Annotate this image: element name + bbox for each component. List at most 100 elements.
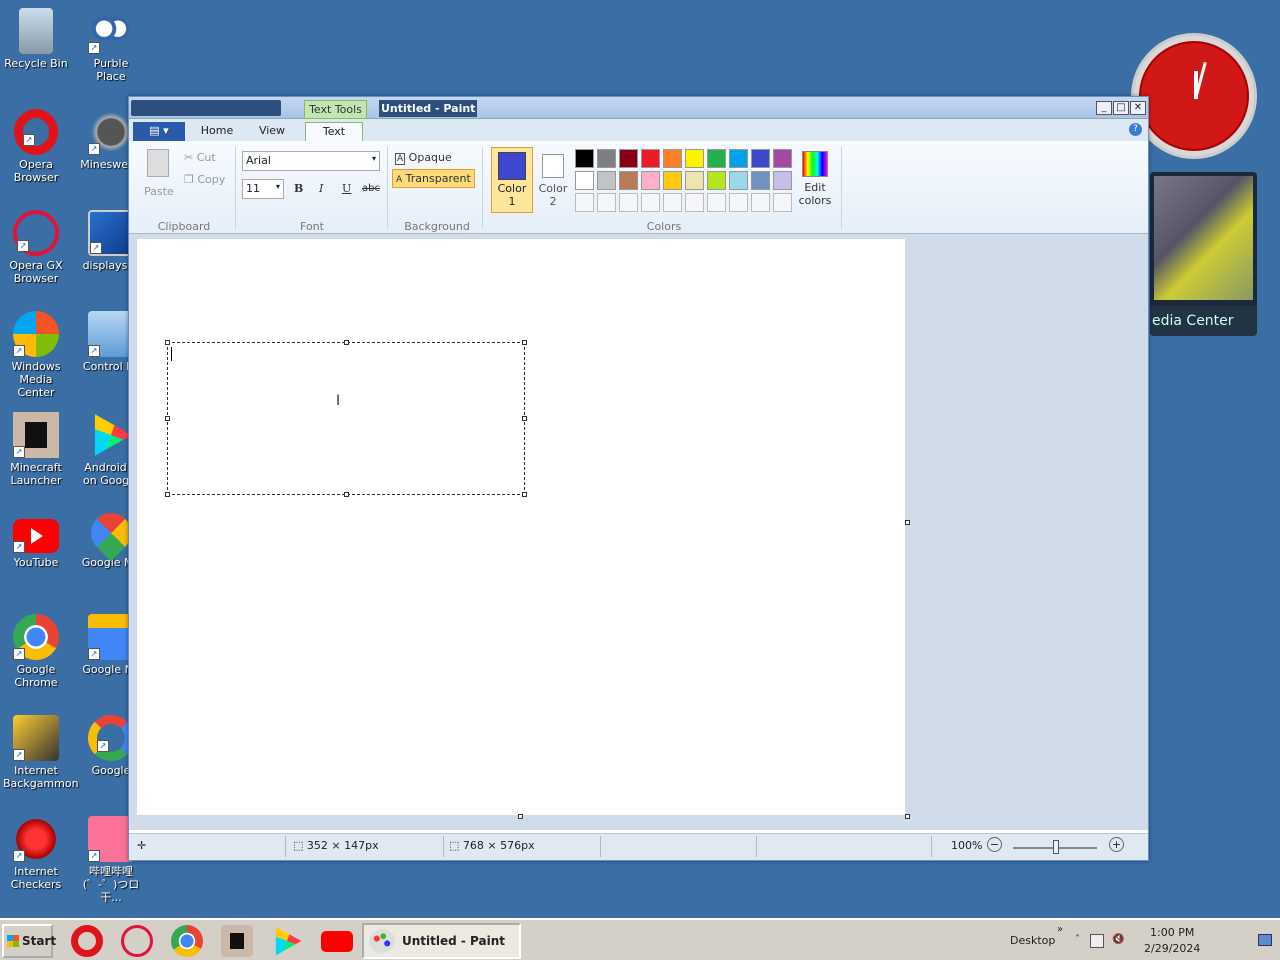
palette-swatch[interactable] xyxy=(641,171,660,190)
palette-swatch[interactable] xyxy=(597,149,616,168)
palette-swatch[interactable] xyxy=(685,149,704,168)
palette-swatch[interactable] xyxy=(773,171,792,190)
resize-handle[interactable] xyxy=(344,492,349,497)
youtube[interactable]: ↗ YouTube xyxy=(3,513,69,569)
resize-handle[interactable] xyxy=(165,416,170,421)
palette-swatch[interactable] xyxy=(685,171,704,190)
show-desktop-icon[interactable] xyxy=(1258,934,1272,946)
cut-button[interactable]: ✂ Cut xyxy=(184,151,216,164)
opaque-button[interactable]: A Opaque xyxy=(395,151,452,165)
opera-gx-taskbar-icon[interactable] xyxy=(121,925,153,957)
color1-button[interactable]: Color 1 xyxy=(491,147,533,213)
palette-swatch-empty[interactable] xyxy=(619,193,638,212)
palette-swatch-empty[interactable] xyxy=(729,193,748,212)
volume-muted-icon[interactable]: 🔇 xyxy=(1112,934,1126,948)
google-play-taskbar-icon[interactable] xyxy=(275,926,302,956)
palette-swatch[interactable] xyxy=(597,171,616,190)
palette-swatch[interactable] xyxy=(641,149,660,168)
palette-swatch-empty[interactable] xyxy=(751,193,770,212)
text-box[interactable]: I xyxy=(165,340,527,497)
resize-handle[interactable] xyxy=(522,416,527,421)
clock-gadget[interactable] xyxy=(1131,33,1257,159)
resize-handle[interactable] xyxy=(522,340,527,345)
start-button[interactable]: Start xyxy=(2,924,56,958)
palette-swatch[interactable] xyxy=(751,149,770,168)
minecraft-taskbar-icon[interactable] xyxy=(221,925,253,957)
palette-swatch-empty[interactable] xyxy=(575,193,594,212)
opera-taskbar-icon[interactable] xyxy=(71,925,103,957)
tab-text[interactable]: Text xyxy=(305,122,363,141)
windows-media-center[interactable]: ↗ Windows Media Center xyxy=(3,311,69,399)
palette-swatch[interactable] xyxy=(619,149,638,168)
help-icon[interactable]: ? xyxy=(1129,123,1142,136)
close-button[interactable]: ✕ xyxy=(1130,101,1146,115)
quick-access-toolbar[interactable] xyxy=(131,100,281,116)
canvas-area: I xyxy=(129,234,1148,830)
desktop-toolbar[interactable]: Desktop xyxy=(1010,934,1055,947)
canvas-resize-handle[interactable] xyxy=(905,814,910,819)
resize-handle[interactable] xyxy=(522,492,527,497)
opera-browser[interactable]: ↗ Opera Browser xyxy=(3,109,69,184)
opera-gx-browser[interactable]: ↗ Opera GX Browser xyxy=(3,210,69,285)
show-hidden-icons-button[interactable]: ˄ xyxy=(1075,934,1080,945)
palette-swatch-empty[interactable] xyxy=(663,193,682,212)
internet-checkers[interactable]: ↗ Internet Checkers xyxy=(3,816,69,891)
media-center-gadget[interactable]: edia Center xyxy=(1150,172,1257,336)
palette-swatch[interactable] xyxy=(729,171,748,190)
strikethrough-button[interactable]: abc xyxy=(362,183,380,194)
canvas-resize-handle[interactable] xyxy=(518,814,523,819)
palette-swatch[interactable] xyxy=(729,149,748,168)
clock-time[interactable]: 1:00 PM xyxy=(1150,926,1194,939)
purble-place[interactable]: ↗ Purble Place xyxy=(78,8,144,83)
network-icon[interactable] xyxy=(1090,934,1104,948)
paint-menu-button[interactable]: ▤ ▾ xyxy=(133,122,185,141)
palette-swatch-empty[interactable] xyxy=(773,193,792,212)
bold-button[interactable]: B xyxy=(294,182,303,195)
clock-date[interactable]: 2/29/2024 xyxy=(1144,942,1200,955)
resize-handle[interactable] xyxy=(165,492,170,497)
zoom-out-button[interactable]: − xyxy=(987,837,1002,852)
zoom-in-button[interactable]: + xyxy=(1109,837,1124,852)
font-size-select[interactable]: 11 ▾ xyxy=(242,179,284,199)
drawing-canvas[interactable]: I xyxy=(137,239,905,815)
chrome-taskbar-icon[interactable] xyxy=(171,925,203,957)
maximize-button[interactable]: □ xyxy=(1113,101,1129,115)
minecraft-launcher[interactable]: ↗ Minecraft Launcher xyxy=(3,412,69,487)
youtube-taskbar-icon[interactable] xyxy=(321,931,353,952)
paste-button[interactable]: Paste xyxy=(144,185,174,198)
minimize-button[interactable]: _ xyxy=(1096,101,1112,115)
palette-swatch[interactable] xyxy=(707,149,726,168)
copy-button[interactable]: ❐ Copy xyxy=(184,173,225,186)
taskbar-paint-button[interactable]: Untitled - Paint xyxy=(362,923,521,959)
resize-handle[interactable] xyxy=(344,340,349,345)
italic-button[interactable]: I xyxy=(319,182,323,195)
transparent-button[interactable]: A Transparent xyxy=(392,169,475,188)
palette-swatch[interactable] xyxy=(707,171,726,190)
palette-swatch-empty[interactable] xyxy=(597,193,616,212)
underline-button[interactable]: U xyxy=(342,182,351,195)
internet-backgammon[interactable]: ↗ Internet Backgammon xyxy=(3,715,79,790)
palette-swatch[interactable] xyxy=(751,171,770,190)
tab-view[interactable]: View xyxy=(249,122,295,141)
separator xyxy=(756,836,757,857)
palette-swatch[interactable] xyxy=(575,149,594,168)
google-chrome[interactable]: ↗ Google Chrome xyxy=(3,614,69,689)
font-family-select[interactable]: Arial ▾ xyxy=(242,151,380,171)
palette-swatch-empty[interactable] xyxy=(641,193,660,212)
canvas-resize-handle[interactable] xyxy=(905,520,910,525)
palette-swatch[interactable] xyxy=(773,149,792,168)
palette-swatch-empty[interactable] xyxy=(707,193,726,212)
separator xyxy=(387,147,388,229)
palette-swatch-empty[interactable] xyxy=(685,193,704,212)
palette-swatch[interactable] xyxy=(619,171,638,190)
palette-swatch[interactable] xyxy=(663,171,682,190)
toolbar-chevron-icon[interactable]: » xyxy=(1057,924,1063,935)
palette-swatch[interactable] xyxy=(663,149,682,168)
tab-home[interactable]: Home xyxy=(193,122,241,141)
resize-handle[interactable] xyxy=(165,340,170,345)
color2-button[interactable]: Color 2 xyxy=(535,147,571,213)
palette-swatch[interactable] xyxy=(575,171,594,190)
edit-colors-button[interactable]: Edit colors xyxy=(797,147,833,213)
zoom-slider-thumb[interactable] xyxy=(1053,840,1059,854)
recycle-bin[interactable]: Recycle Bin xyxy=(3,8,69,70)
